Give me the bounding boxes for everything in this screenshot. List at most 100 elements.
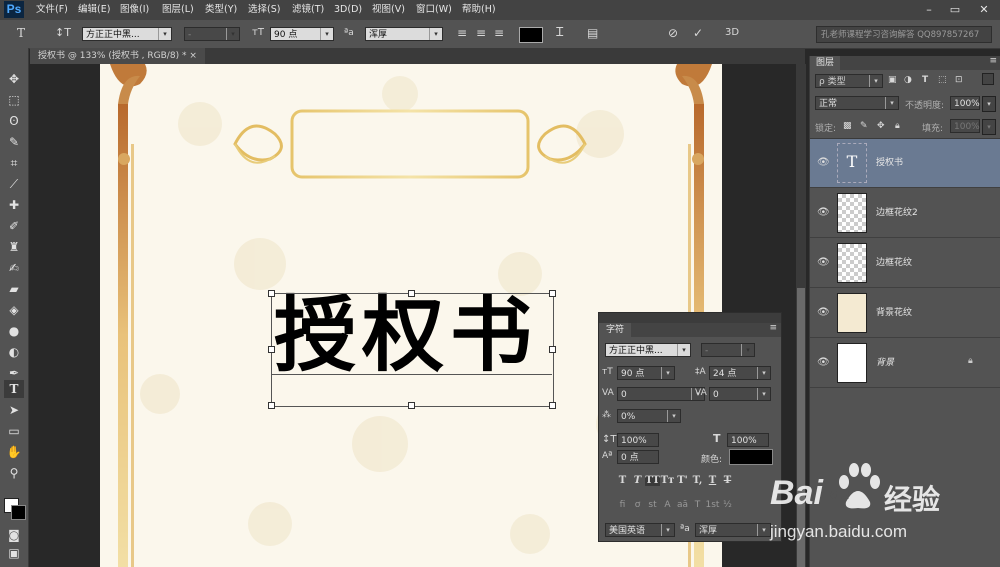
- layer-row-background[interactable]: 👁︎ 背景 🔒︎: [810, 339, 1000, 388]
- menu-view[interactable]: 视图(V): [372, 0, 405, 20]
- transform-handle[interactable]: [408, 402, 415, 409]
- opacity-field[interactable]: 100%: [950, 96, 980, 110]
- move-tool-icon[interactable]: ✥: [4, 70, 24, 88]
- filter-smart-object-icon[interactable]: ⊡: [955, 75, 963, 85]
- char-antialias-select[interactable]: 浑厚 ▾: [695, 523, 771, 537]
- ornaments-button[interactable]: T: [690, 500, 705, 510]
- eraser-tool-icon[interactable]: ▰: [4, 280, 24, 298]
- path-select-tool-icon[interactable]: ➤: [4, 401, 24, 419]
- menu-edit[interactable]: 编辑(E): [78, 0, 110, 20]
- zoom-tool-icon[interactable]: ⚲: [4, 464, 24, 482]
- quick-mask-icon[interactable]: ◙: [4, 526, 24, 544]
- char-leading-field[interactable]: 24 点 ▾: [709, 366, 771, 380]
- menu-help[interactable]: 帮助(H): [462, 0, 496, 20]
- char-baseline-field[interactable]: 0 点: [617, 450, 659, 464]
- char-tsume-field[interactable]: 0% ▾: [617, 409, 681, 423]
- blur-tool-icon[interactable]: ●: [4, 322, 24, 340]
- marquee-tool-icon[interactable]: ⬚: [4, 91, 24, 109]
- shape-tool-icon[interactable]: ▭: [4, 422, 24, 440]
- panel-grip[interactable]: [599, 313, 781, 323]
- minimize-button[interactable]: –: [916, 0, 942, 20]
- quick-select-tool-icon[interactable]: ✎: [4, 133, 24, 151]
- healing-tool-icon[interactable]: ✚: [4, 196, 24, 214]
- panels-toggle-icon[interactable]: ▤: [587, 26, 598, 40]
- font-style-select[interactable]: - ▾: [184, 27, 240, 41]
- crop-tool-icon[interactable]: ⌗: [4, 154, 24, 172]
- menu-file[interactable]: 文件(F): [36, 0, 68, 20]
- layer-row-frame[interactable]: 👁︎ 边框花纹: [810, 239, 1000, 288]
- small-caps-button[interactable]: Tт: [660, 475, 675, 486]
- lock-transparent-icon[interactable]: ▩: [843, 121, 852, 131]
- antialias-select[interactable]: 浑厚 ▾: [365, 27, 443, 41]
- type-tool-icon[interactable]: T: [4, 380, 24, 398]
- lock-image-icon[interactable]: ✎: [860, 121, 868, 131]
- lock-position-icon[interactable]: ✥: [877, 121, 885, 131]
- hand-tool-icon[interactable]: ✋: [4, 443, 24, 461]
- transform-handle[interactable]: [549, 402, 556, 409]
- transform-handle[interactable]: [268, 290, 275, 297]
- transform-handle[interactable]: [408, 290, 415, 297]
- menu-window[interactable]: 窗口(W): [416, 0, 452, 20]
- discretionary-ligature-button[interactable]: ơ: [630, 500, 645, 510]
- align-left-icon[interactable]: ≡: [457, 26, 467, 40]
- commit-check-icon[interactable]: ✓: [693, 26, 703, 40]
- menu-image[interactable]: 图像(I): [120, 0, 149, 20]
- language-select[interactable]: 美国英语 ▾: [605, 523, 675, 537]
- warp-text-icon[interactable]: Ꮖ: [556, 25, 564, 39]
- filter-pixel-icon[interactable]: ▣: [888, 75, 897, 85]
- cancel-icon[interactable]: ⊘: [668, 26, 678, 40]
- fractions-button[interactable]: ½: [720, 500, 735, 510]
- char-kerning-field[interactable]: 0 ▾: [617, 387, 705, 401]
- menu-layer[interactable]: 图层(L): [162, 0, 194, 20]
- lasso-tool-icon[interactable]: ʘ: [4, 112, 24, 130]
- layer-row-bg-pattern[interactable]: 👁︎ 背景花纹: [810, 289, 1000, 338]
- faux-italic-button[interactable]: T: [630, 475, 645, 486]
- menu-select[interactable]: 选择(S): [248, 0, 280, 20]
- close-window-button[interactable]: ✕: [968, 0, 1000, 20]
- ordinals-button[interactable]: 1st: [705, 500, 720, 510]
- eye-icon[interactable]: 👁︎: [817, 157, 830, 168]
- tab-layers[interactable]: 图层: [810, 56, 841, 70]
- ligature-button[interactable]: fi: [615, 500, 630, 510]
- subscript-button[interactable]: T,: [690, 475, 705, 486]
- menu-type[interactable]: 类型(Y): [205, 0, 237, 20]
- align-right-icon[interactable]: ≡: [494, 26, 504, 40]
- eyedropper-tool-icon[interactable]: ⟋: [4, 175, 24, 193]
- screen-mode-icon[interactable]: ▣: [4, 544, 24, 562]
- char-horizontal-scale-field[interactable]: 100%: [727, 433, 769, 447]
- font-size-select[interactable]: 90 点 ▾: [270, 27, 334, 41]
- menu-filter[interactable]: 滤镜(T): [292, 0, 324, 20]
- stylistic-alternates-button[interactable]: A: [660, 500, 675, 510]
- eye-icon[interactable]: 👁︎: [817, 357, 830, 368]
- char-vertical-scale-field[interactable]: 100%: [617, 433, 659, 447]
- paint-bucket-tool-icon[interactable]: ◈: [4, 301, 24, 319]
- filter-toggle[interactable]: [982, 73, 994, 85]
- lock-all-icon[interactable]: 🔒︎: [895, 121, 900, 131]
- char-color-swatch[interactable]: [729, 449, 773, 465]
- eye-icon[interactable]: 👁︎: [817, 207, 830, 218]
- search-hint-field[interactable]: 孔老师课程学习咨询解答 QQ897857267: [816, 26, 992, 43]
- fill-dropdown-icon[interactable]: ▾: [982, 119, 996, 135]
- background-color-swatch[interactable]: [11, 505, 26, 520]
- filter-shape-icon[interactable]: ⬚: [938, 75, 947, 85]
- eye-icon[interactable]: 👁︎: [817, 257, 830, 268]
- history-brush-tool-icon[interactable]: ✍: [4, 259, 24, 277]
- filter-type-icon[interactable]: T: [922, 75, 928, 85]
- superscript-button[interactable]: T': [675, 475, 690, 486]
- all-caps-button[interactable]: TT: [645, 475, 660, 486]
- char-font-family-select[interactable]: 方正正中黑... ▾: [605, 343, 691, 357]
- type-tool-icon[interactable]: T: [17, 26, 25, 40]
- restore-button[interactable]: ▭: [942, 0, 968, 20]
- faux-bold-button[interactable]: T: [615, 475, 630, 486]
- opacity-dropdown-icon[interactable]: ▾: [982, 96, 996, 112]
- underline-button[interactable]: T: [705, 475, 720, 486]
- 3d-button[interactable]: 3D: [725, 26, 739, 40]
- transform-bounding-box[interactable]: [271, 293, 554, 407]
- eye-icon[interactable]: 👁︎: [817, 307, 830, 318]
- brush-tool-icon[interactable]: ✐: [4, 217, 24, 235]
- fill-field[interactable]: 100%: [950, 119, 980, 133]
- font-family-select[interactable]: 方正正中黑... ▾: [82, 27, 172, 41]
- document-tab[interactable]: 授权书 @ 133% (授权书 , RGB/8) * ×: [30, 48, 205, 64]
- close-tab-icon[interactable]: ×: [189, 51, 197, 61]
- layer-filter-select[interactable]: ρ 类型 ▾: [815, 74, 883, 88]
